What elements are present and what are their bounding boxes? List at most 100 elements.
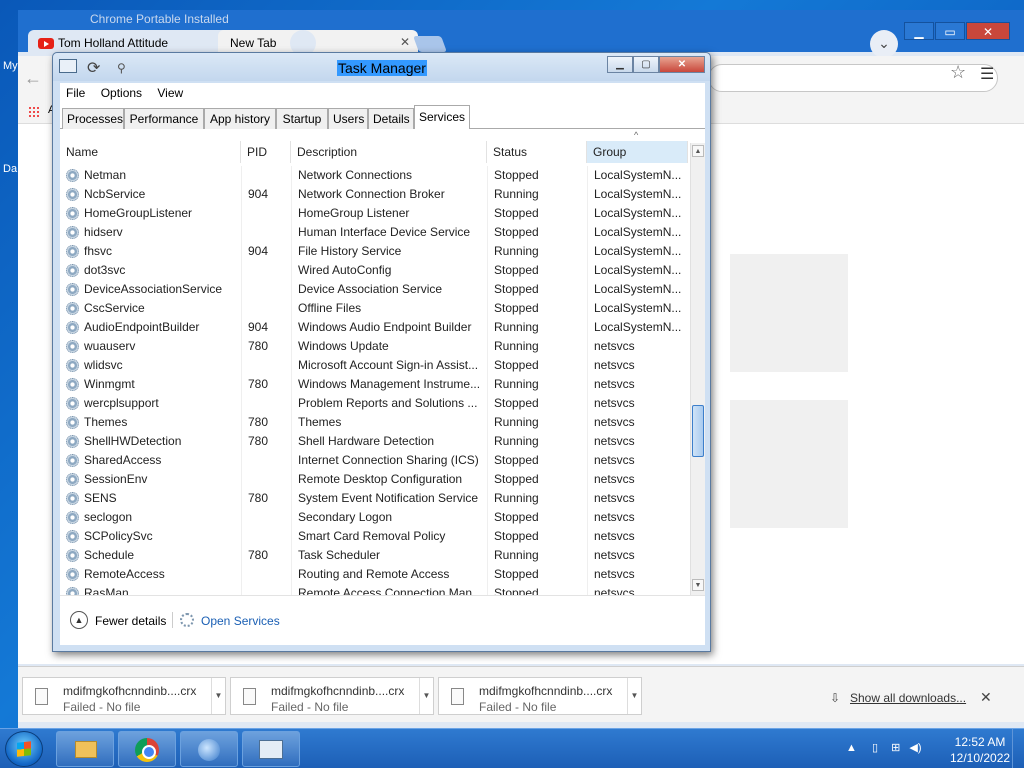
table-row[interactable]: NcbService 904 Network Connection Broker Ru… — [60, 185, 688, 204]
tab-users[interactable]: Users — [328, 108, 368, 129]
table-row[interactable]: fhsvc 904 File History Service Running Local… — [60, 242, 688, 261]
show-all-downloads-link[interactable]: Show all downloads... — [850, 691, 966, 705]
service-status: Stopped — [494, 529, 539, 543]
close-downloads-bar-icon[interactable]: ✕ — [980, 689, 992, 706]
close-button[interactable]: ✕ — [966, 22, 1010, 40]
service-description: Remote Desktop Configuration — [298, 472, 463, 486]
chevron-down-icon[interactable]: ▼ — [211, 678, 225, 714]
action-center-icon[interactable]: ▯ — [872, 742, 878, 754]
close-button[interactable]: ✕ — [659, 56, 705, 73]
bookmark-star-icon[interactable]: ☆ — [950, 62, 966, 83]
tab-app-history[interactable]: App history — [204, 108, 276, 129]
menu-options[interactable]: Options — [95, 83, 148, 103]
download-status: Failed - No file — [479, 700, 557, 714]
chevron-down-icon[interactable]: ▼ — [627, 678, 641, 714]
table-row[interactable]: DeviceAssociationService Device Associati… — [60, 280, 688, 299]
table-row[interactable]: SENS 780 System Event Notification Service… — [60, 489, 688, 508]
table-row[interactable]: hidserv Human Interface Device Service Sto… — [60, 223, 688, 242]
table-row[interactable]: RemoteAccess Routing and Remote Access Sto… — [60, 565, 688, 584]
tab-strip: Processes Performance App history Startu… — [60, 103, 705, 130]
menu-view[interactable]: View — [151, 83, 189, 103]
taskbar: ▲ ▯ ⊞ ◀) 12:52 AM 12/10/2022 — [0, 728, 1024, 768]
tab-close-icon[interactable]: ✕ — [400, 35, 410, 49]
table-row[interactable]: Winmgmt 780 Windows Management Instrume...… — [60, 375, 688, 394]
show-hidden-icons-icon[interactable]: ▲ — [846, 742, 857, 754]
tab-processes[interactable]: Processes — [62, 108, 124, 129]
service-description: Secondary Logon — [298, 510, 393, 524]
menu-file[interactable]: File — [60, 83, 91, 103]
table-row[interactable]: Netman Network Connections Stopped LocalSys… — [60, 166, 688, 185]
service-group: netsvcs — [594, 434, 635, 448]
shortcut-tile[interactable] — [730, 254, 848, 372]
download-item[interactable]: mdifmgkofhcnndinb....crx Failed - No fil… — [22, 677, 226, 715]
chrome-tab-strip: Tom Holland Attitude ✕ New Tab ✕ ⌄ ▁ ▭ ✕… — [18, 10, 1024, 58]
new-tab-button[interactable] — [413, 36, 447, 52]
service-description: Internet Connection Sharing (ICS) — [298, 453, 479, 467]
back-arrow-icon[interactable]: ← — [24, 68, 42, 89]
network-icon[interactable]: ⊞ — [891, 742, 900, 754]
table-row[interactable]: HomeGroupListener HomeGroup Listener Stopp… — [60, 204, 688, 223]
column-header-group[interactable]: Group — [587, 141, 688, 163]
taskbar-chrome-button[interactable] — [118, 731, 176, 767]
desktop-icon-label[interactable]: Da — [3, 163, 17, 175]
show-desktop-button[interactable] — [1012, 729, 1024, 768]
column-header-status[interactable]: Status — [487, 141, 587, 163]
profile-chevron-icon[interactable]: ⌄ — [870, 30, 898, 58]
chrome-menu-icon[interactable]: ☰ — [980, 64, 994, 84]
table-row[interactable]: Themes 780 Themes Running netsvcs — [60, 413, 688, 432]
table-row[interactable]: seclogon Secondary Logon Stopped netsvcs — [60, 508, 688, 527]
tab-startup[interactable]: Startup — [276, 108, 328, 129]
start-button[interactable] — [5, 731, 43, 767]
taskbar-task-manager-button[interactable] — [242, 731, 300, 767]
task-manager-titlebar[interactable]: ⟳ ⚲ Task Manager ▁ ▢ ✕ — [53, 53, 710, 81]
table-row[interactable]: wlidsvc Microsoft Account Sign-in Assist.… — [60, 356, 688, 375]
file-icon — [243, 688, 256, 705]
minimize-button[interactable]: ▁ — [607, 56, 633, 73]
table-row[interactable]: AudioEndpointBuilder 904 Windows Audio End… — [60, 318, 688, 337]
scroll-up-arrow-icon[interactable]: ▲ — [692, 145, 704, 157]
taskbar-browser-button[interactable] — [180, 731, 238, 767]
service-status: Running — [494, 187, 539, 201]
chevron-up-icon[interactable]: ▲ — [70, 611, 88, 629]
table-row[interactable]: Schedule 780 Task Scheduler Running netsvcs — [60, 546, 688, 565]
service-description: Network Connection Broker — [298, 187, 445, 201]
column-header-name[interactable]: Name — [60, 141, 241, 163]
sort-ascending-icon: ^ — [634, 130, 639, 140]
table-row[interactable]: SCPolicySvc Smart Card Removal Policy Stop… — [60, 527, 688, 546]
table-row[interactable]: RasMan Remote Access Connection Man... Sto… — [60, 584, 688, 595]
download-item[interactable]: mdifmgkofhcnndinb....crx Failed - No fil… — [230, 677, 434, 715]
vertical-scrollbar[interactable]: ▲ ▼ — [690, 143, 705, 595]
file-icon — [451, 688, 464, 705]
fewer-details-button[interactable]: Fewer details — [95, 614, 166, 628]
maximize-button[interactable]: ▭ — [935, 22, 965, 40]
open-services-link[interactable]: Open Services — [201, 614, 280, 628]
column-header-description[interactable]: Description — [291, 141, 487, 163]
apps-grid-icon[interactable] — [28, 106, 40, 118]
table-row[interactable]: wercplsupport Problem Reports and Solutio… — [60, 394, 688, 413]
shortcut-tile[interactable] — [730, 400, 848, 528]
tab-services[interactable]: Services — [414, 105, 470, 130]
download-filename: mdifmgkofhcnndinb....crx — [479, 684, 613, 698]
refresh-icon: ⟳ — [87, 60, 101, 77]
table-row[interactable]: dot3svc Wired AutoConfig Stopped LocalSyste… — [60, 261, 688, 280]
table-row[interactable]: CscService Offline Files Stopped LocalSyste… — [60, 299, 688, 318]
table-row[interactable]: ShellHWDetection 780 Shell Hardware Detect… — [60, 432, 688, 451]
table-row[interactable]: SharedAccess Internet Connection Sharing … — [60, 451, 688, 470]
maximize-button[interactable]: ▢ — [633, 56, 659, 73]
download-item[interactable]: mdifmgkofhcnndinb....crx Failed - No fil… — [438, 677, 642, 715]
scrollbar-thumb[interactable] — [692, 405, 704, 457]
service-gear-icon — [66, 359, 79, 372]
table-row[interactable]: wuauserv 780 Windows Update Running netsvcs — [60, 337, 688, 356]
minimize-button[interactable]: ▁ — [904, 22, 934, 40]
tab-details[interactable]: Details — [368, 108, 414, 129]
column-header-pid[interactable]: PID — [241, 141, 291, 163]
background-tab-text: Chrome Portable Installed — [90, 12, 229, 26]
table-row[interactable]: SessionEnv Remote Desktop Configuration St… — [60, 470, 688, 489]
volume-icon[interactable]: ◀) — [909, 742, 921, 754]
taskbar-explorer-button[interactable] — [56, 731, 114, 767]
tab-performance[interactable]: Performance — [124, 108, 204, 129]
clock[interactable]: 12:52 AM 12/10/2022 — [950, 734, 1010, 766]
desktop-icon-label[interactable]: My — [3, 60, 18, 72]
scroll-down-arrow-icon[interactable]: ▼ — [692, 579, 704, 591]
chevron-down-icon[interactable]: ▼ — [419, 678, 433, 714]
